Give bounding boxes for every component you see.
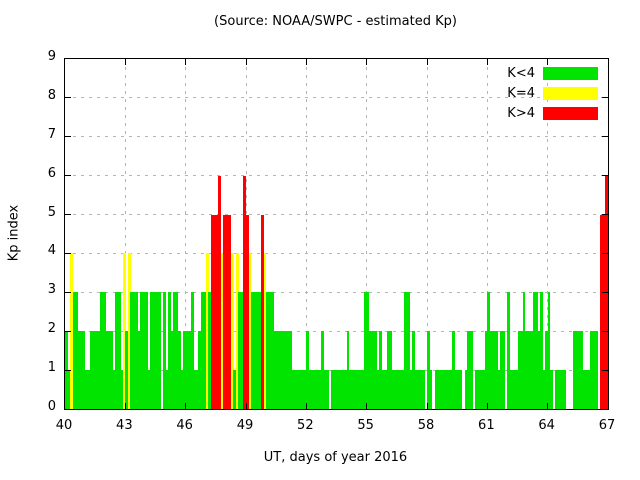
y-tick-mark xyxy=(602,97,608,98)
kp-bar xyxy=(550,370,553,409)
x-tick-label-67: 67 xyxy=(587,418,627,433)
x-tick-mark xyxy=(246,59,247,65)
y-tick-mark xyxy=(602,214,608,215)
kp-index-chart: (Source: NOAA/SWPC - estimated Kp) Kp in… xyxy=(0,0,640,480)
x-tick-label-52: 52 xyxy=(285,418,325,433)
gridline-y7 xyxy=(65,136,608,137)
kp-bar xyxy=(422,370,425,409)
x-tick-mark xyxy=(427,403,428,409)
legend-swatch-red xyxy=(543,107,598,120)
x-tick-label-58: 58 xyxy=(406,418,446,433)
x-tick-mark xyxy=(185,403,186,409)
y-tick-mark xyxy=(65,331,71,332)
y-tick-label-1: 1 xyxy=(16,360,56,375)
x-tick-mark xyxy=(246,403,247,409)
legend-row-kgt4: K>4 xyxy=(507,103,598,123)
plot-area: K<4 K=4 K>4 xyxy=(64,58,609,410)
y-tick-label-8: 8 xyxy=(16,88,56,103)
y-tick-label-0: 0 xyxy=(16,399,56,414)
x-tick-label-61: 61 xyxy=(466,418,506,433)
y-tick-mark xyxy=(602,253,608,254)
legend-label-kgt4: K>4 xyxy=(507,106,535,121)
x-tick-mark xyxy=(487,403,488,409)
x-tick-label-49: 49 xyxy=(225,418,265,433)
y-tick-label-7: 7 xyxy=(16,127,56,142)
y-tick-mark xyxy=(602,292,608,293)
y-tick-mark xyxy=(65,370,71,371)
legend-swatch-yellow xyxy=(543,87,598,100)
y-tick-mark xyxy=(65,97,71,98)
x-tick-mark xyxy=(366,403,367,409)
kp-bar xyxy=(460,370,463,409)
y-tick-label-3: 3 xyxy=(16,282,56,297)
x-tick-mark xyxy=(125,403,126,409)
x-tick-label-40: 40 xyxy=(44,418,84,433)
x-tick-mark xyxy=(185,59,186,65)
x-tick-mark xyxy=(306,59,307,65)
kp-bar xyxy=(430,370,433,409)
x-tick-mark xyxy=(487,59,488,65)
x-tick-label-46: 46 xyxy=(165,418,205,433)
gridline-y6 xyxy=(65,175,608,176)
legend-label-klt4: K<4 xyxy=(507,66,535,81)
kp-bar xyxy=(563,370,566,409)
legend: K<4 K=4 K>4 xyxy=(507,63,598,123)
y-tick-mark xyxy=(602,331,608,332)
kp-bar xyxy=(326,370,329,409)
y-tick-label-4: 4 xyxy=(16,243,56,258)
y-tick-mark xyxy=(65,214,71,215)
y-tick-mark xyxy=(65,253,71,254)
kp-bar xyxy=(595,331,598,409)
y-tick-label-6: 6 xyxy=(16,166,56,181)
x-axis-title: UT, days of year 2016 xyxy=(64,450,607,465)
kp-bar xyxy=(158,292,161,409)
legend-swatch-green xyxy=(543,67,598,80)
y-tick-label-2: 2 xyxy=(16,321,56,336)
y-tick-mark xyxy=(65,136,71,137)
x-tick-mark xyxy=(547,403,548,409)
y-tick-label-5: 5 xyxy=(16,205,56,220)
kp-bar xyxy=(502,331,505,409)
gridline-y4 xyxy=(65,253,608,254)
gridline-y5 xyxy=(65,214,608,215)
x-tick-mark xyxy=(306,403,307,409)
y-tick-mark xyxy=(602,370,608,371)
legend-label-keq4: K=4 xyxy=(507,86,535,101)
legend-row-klt4: K<4 xyxy=(507,63,598,83)
legend-row-keq4: K=4 xyxy=(507,83,598,103)
x-tick-label-43: 43 xyxy=(104,418,144,433)
x-tick-label-64: 64 xyxy=(527,418,567,433)
x-tick-mark xyxy=(125,59,126,65)
kp-bar xyxy=(470,331,473,409)
y-tick-mark xyxy=(65,292,71,293)
y-tick-mark xyxy=(65,175,71,176)
x-tick-label-55: 55 xyxy=(346,418,386,433)
chart-title: (Source: NOAA/SWPC - estimated Kp) xyxy=(64,14,607,29)
y-tick-mark xyxy=(602,175,608,176)
x-tick-mark xyxy=(427,59,428,65)
y-tick-mark xyxy=(602,136,608,137)
x-tick-mark xyxy=(366,59,367,65)
y-tick-label-9: 9 xyxy=(16,49,56,64)
